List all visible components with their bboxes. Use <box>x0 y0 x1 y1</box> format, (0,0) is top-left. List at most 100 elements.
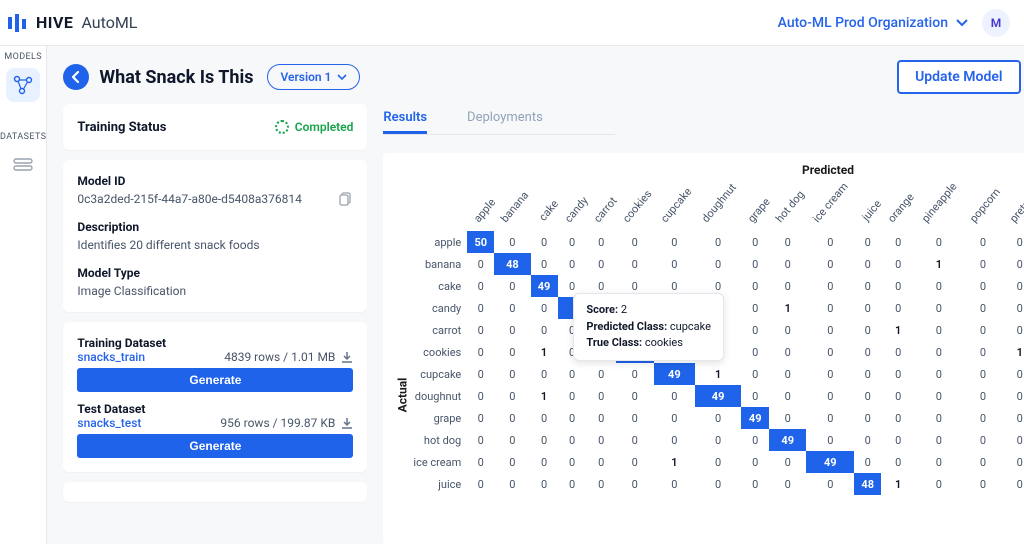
matrix-cell[interactable]: 0 <box>881 429 915 451</box>
matrix-cell[interactable]: 0 <box>587 429 616 451</box>
matrix-cell[interactable]: 0 <box>915 231 963 253</box>
matrix-cell[interactable]: 0 <box>654 385 695 407</box>
matrix-cell[interactable]: 0 <box>741 297 769 319</box>
matrix-cell[interactable]: 0 <box>915 429 963 451</box>
matrix-cell[interactable]: 0 <box>494 473 530 495</box>
train-dataset-link[interactable]: snacks_train <box>77 350 145 364</box>
matrix-cell[interactable]: 0 <box>806 319 854 341</box>
matrix-cell[interactable]: 0 <box>741 385 769 407</box>
matrix-cell[interactable]: 0 <box>695 473 742 495</box>
matrix-cell[interactable]: 0 <box>654 297 695 319</box>
matrix-cell[interactable]: 0 <box>881 407 915 429</box>
matrix-cell[interactable]: 0 <box>531 253 558 275</box>
matrix-cell[interactable]: 0 <box>915 275 963 297</box>
matrix-cell[interactable]: 0 <box>467 363 494 385</box>
matrix-cell[interactable]: 0 <box>494 319 530 341</box>
matrix-cell[interactable]: 0 <box>769 319 806 341</box>
matrix-cell[interactable]: 0 <box>467 319 494 341</box>
matrix-cell[interactable]: 0 <box>881 451 915 473</box>
matrix-cell[interactable]: 0 <box>963 407 1003 429</box>
matrix-cell[interactable]: 0 <box>963 297 1003 319</box>
matrix-cell[interactable]: 0 <box>854 385 881 407</box>
matrix-cell[interactable] <box>558 297 587 319</box>
matrix-cell[interactable]: 50 <box>467 231 494 253</box>
copy-icon[interactable] <box>339 192 353 206</box>
matrix-cell[interactable]: 0 <box>854 363 881 385</box>
matrix-cell[interactable]: 0 <box>854 231 881 253</box>
tab-results[interactable]: Results <box>383 104 427 134</box>
matrix-cell[interactable]: 0 <box>854 341 881 363</box>
matrix-cell[interactable]: 0 <box>494 407 530 429</box>
matrix-cell[interactable]: 0 <box>467 429 494 451</box>
matrix-cell[interactable]: 49 <box>806 451 854 473</box>
matrix-cell[interactable]: 0 <box>616 407 654 429</box>
matrix-cell[interactable]: 0 <box>1003 451 1024 473</box>
matrix-cell[interactable]: 0 <box>741 253 769 275</box>
matrix-cell[interactable]: 0 <box>531 231 558 253</box>
matrix-cell[interactable]: 0 <box>741 319 769 341</box>
matrix-cell[interactable]: 0 <box>695 253 742 275</box>
matrix-cell[interactable]: 1 <box>531 341 558 363</box>
matrix-cell[interactable]: 0 <box>467 451 494 473</box>
matrix-cell[interactable]: 1 <box>1003 341 1024 363</box>
back-button[interactable] <box>63 64 89 90</box>
matrix-cell[interactable]: 0 <box>769 407 806 429</box>
matrix-cell[interactable]: 0 <box>854 319 881 341</box>
matrix-cell[interactable]: 0 <box>963 473 1003 495</box>
matrix-cell[interactable]: 0 <box>695 341 742 363</box>
matrix-cell[interactable]: 0 <box>1003 231 1024 253</box>
matrix-cell[interactable]: 0 <box>1003 429 1024 451</box>
matrix-cell[interactable]: 0 <box>558 253 587 275</box>
matrix-cell[interactable]: 0 <box>769 363 806 385</box>
matrix-cell[interactable]: 0 <box>769 451 806 473</box>
matrix-cell[interactable]: 1 <box>769 297 806 319</box>
avatar[interactable]: M <box>982 9 1010 37</box>
matrix-cell[interactable]: 0 <box>558 319 587 341</box>
matrix-cell[interactable]: 49 <box>695 385 742 407</box>
matrix-cell[interactable]: 0 <box>531 473 558 495</box>
matrix-cell[interactable]: 1 <box>915 253 963 275</box>
matrix-cell[interactable]: 0 <box>741 363 769 385</box>
test-dataset-link[interactable]: snacks_test <box>77 416 141 430</box>
matrix-cell[interactable]: 0 <box>558 429 587 451</box>
matrix-cell[interactable]: 0 <box>467 253 494 275</box>
matrix-cell[interactable]: 0 <box>531 297 558 319</box>
matrix-cell[interactable]: 0 <box>915 451 963 473</box>
matrix-cell[interactable]: 0 <box>881 385 915 407</box>
matrix-cell[interactable]: 0 <box>854 275 881 297</box>
matrix-cell[interactable]: 0 <box>915 319 963 341</box>
rail-models-icon[interactable] <box>6 68 40 102</box>
matrix-cell[interactable]: 49 <box>531 275 558 297</box>
matrix-cell[interactable]: 0 <box>695 407 742 429</box>
matrix-cell[interactable]: 0 <box>558 275 587 297</box>
matrix-cell[interactable]: 0 <box>616 385 654 407</box>
matrix-cell[interactable]: 0 <box>531 407 558 429</box>
matrix-cell[interactable]: 0 <box>467 341 494 363</box>
matrix-cell[interactable]: 0 <box>467 407 494 429</box>
matrix-cell[interactable]: 0 <box>854 451 881 473</box>
matrix-cell[interactable]: 0 <box>654 253 695 275</box>
matrix-cell[interactable]: 0 <box>654 429 695 451</box>
matrix-cell[interactable]: 48 <box>854 473 881 495</box>
matrix-cell[interactable]: 0 <box>531 451 558 473</box>
matrix-cell[interactable]: 0 <box>806 429 854 451</box>
matrix-cell[interactable]: 0 <box>558 231 587 253</box>
matrix-cell[interactable]: 0 <box>963 319 1003 341</box>
matrix-cell[interactable]: 0 <box>963 275 1003 297</box>
matrix-cell[interactable]: 0 <box>881 253 915 275</box>
matrix-cell[interactable]: 0 <box>1003 363 1024 385</box>
matrix-cell[interactable]: 0 <box>963 429 1003 451</box>
matrix-cell[interactable]: 0 <box>616 297 654 319</box>
matrix-cell[interactable]: 0 <box>654 407 695 429</box>
matrix-cell[interactable]: 0 <box>587 385 616 407</box>
matrix-cell[interactable]: 1 <box>695 363 742 385</box>
matrix-cell[interactable]: 0 <box>587 473 616 495</box>
matrix-cell[interactable]: 0 <box>467 473 494 495</box>
matrix-cell[interactable]: 49 <box>769 429 806 451</box>
matrix-cell[interactable]: 0 <box>616 275 654 297</box>
matrix-cell[interactable]: 0 <box>695 231 742 253</box>
matrix-cell[interactable]: 0 <box>467 385 494 407</box>
matrix-cell[interactable]: 0 <box>695 319 742 341</box>
matrix-cell[interactable]: 0 <box>558 473 587 495</box>
matrix-cell[interactable]: 0 <box>494 297 530 319</box>
